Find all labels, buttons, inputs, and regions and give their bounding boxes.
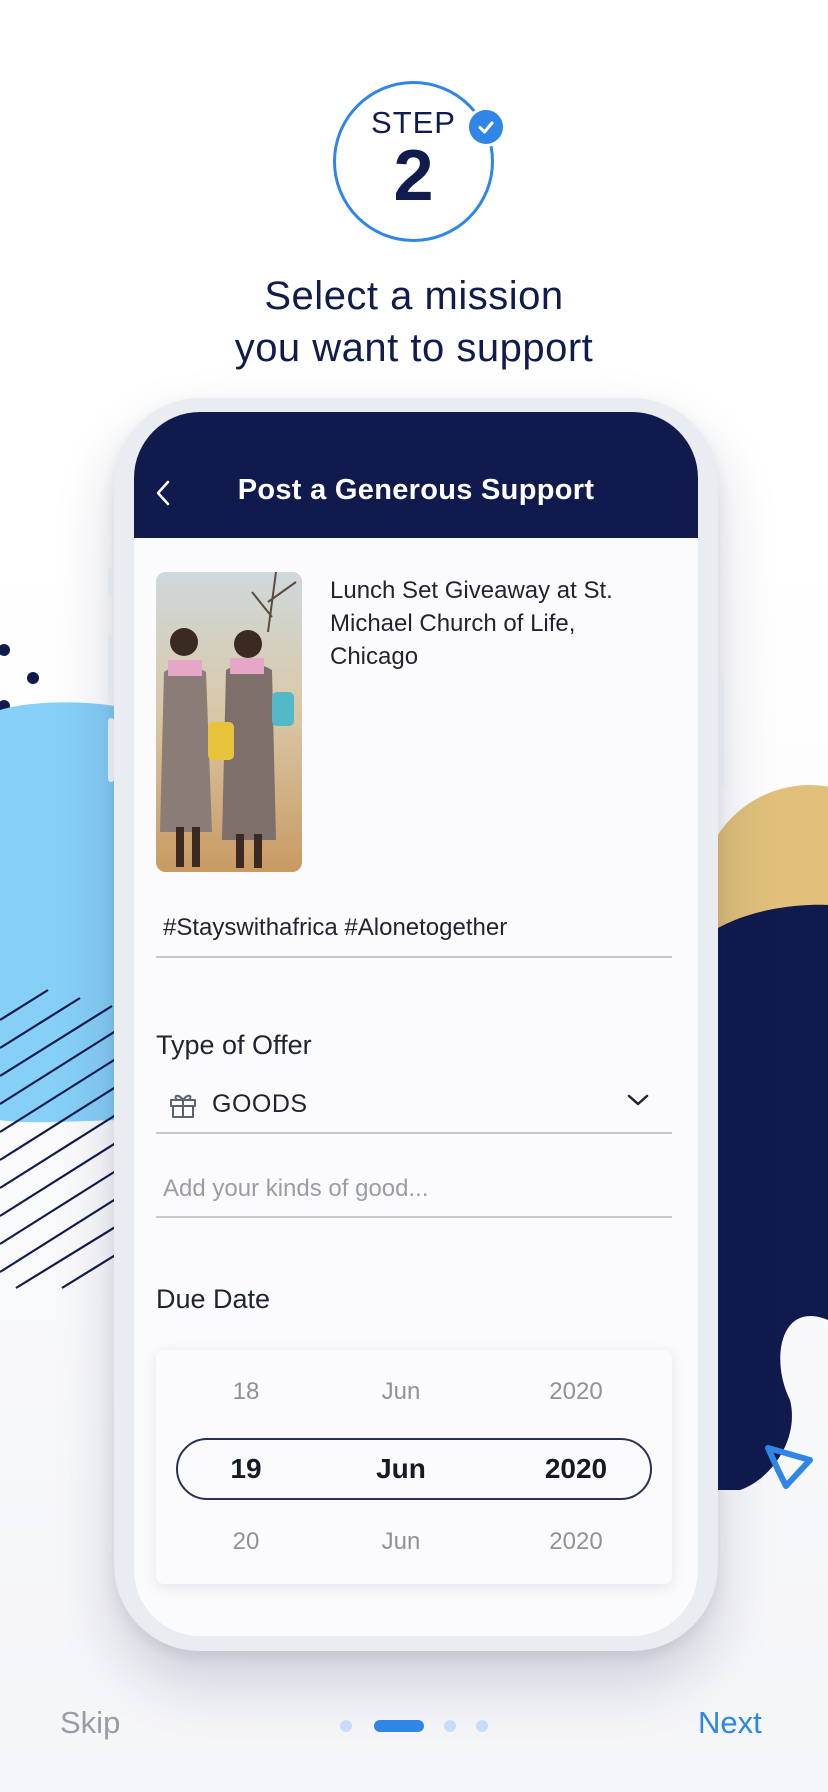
- page-indicator: [340, 1716, 490, 1732]
- goods-field[interactable]: [156, 1162, 672, 1218]
- headline-line-2: you want to support: [234, 326, 594, 370]
- offer-type-value: GOODS: [212, 1089, 308, 1118]
- picker-day: 20: [232, 1528, 260, 1555]
- check-icon: [466, 107, 506, 147]
- picker-year: 2020: [544, 1453, 608, 1484]
- next-button[interactable]: Next: [698, 1705, 762, 1741]
- step-number: 2: [393, 136, 434, 216]
- gift-icon: [170, 1094, 196, 1118]
- page-dot[interactable]: [340, 1720, 352, 1732]
- page-dot-active[interactable]: [374, 1720, 424, 1732]
- picker-day: 19: [230, 1453, 262, 1484]
- hashtags-field[interactable]: #Stayswithafrica #Alonetogether: [156, 908, 672, 958]
- offer-type-label: Type of Offer: [156, 1030, 312, 1060]
- picker-month: Jun: [381, 1378, 421, 1405]
- picker-year: 2020: [549, 1528, 603, 1555]
- chevron-down-icon: [627, 1094, 649, 1106]
- due-date-label: Due Date: [156, 1284, 271, 1314]
- phone-mockup: Post a Generous Support Lunch Set Giveaw…: [108, 398, 724, 1651]
- skip-button[interactable]: Skip: [60, 1705, 120, 1741]
- headline-line-1: Select a mission: [264, 274, 564, 318]
- step-label: STEP: [371, 105, 456, 140]
- onboarding-screen: STEP 2 Select a mission you want to supp…: [0, 0, 828, 1792]
- picker-month: Jun: [381, 1528, 421, 1555]
- offer-type-select[interactable]: GOODS: [156, 1076, 672, 1134]
- page-dot[interactable]: [476, 1720, 488, 1732]
- app-screen: Post a Generous Support Lunch Set Giveaw…: [134, 412, 698, 1636]
- goods-input[interactable]: [156, 1162, 672, 1216]
- app-title: Post a Generous Support: [237, 474, 595, 506]
- headline: Select a mission you want to support: [0, 270, 828, 374]
- picker-day: 18: [232, 1378, 260, 1405]
- mission-image: [156, 572, 302, 872]
- app-header: Post a Generous Support: [134, 412, 698, 538]
- step-badge: STEP 2: [333, 81, 494, 242]
- date-picker[interactable]: 18 Jun 2020 19 Jun 2020 20 Jun 2020: [156, 1350, 672, 1584]
- page-dot[interactable]: [444, 1720, 456, 1732]
- picker-year: 2020: [549, 1378, 603, 1405]
- mission-title: Lunch Set Giveaway at St. Michael Church…: [330, 577, 613, 670]
- date-picker-row-selected[interactable]: 19 Jun 2020: [156, 1441, 672, 1497]
- date-picker-row[interactable]: 18 Jun 2020: [156, 1364, 672, 1420]
- date-picker-row[interactable]: 20 Jun 2020: [156, 1514, 672, 1570]
- picker-month: Jun: [376, 1453, 426, 1484]
